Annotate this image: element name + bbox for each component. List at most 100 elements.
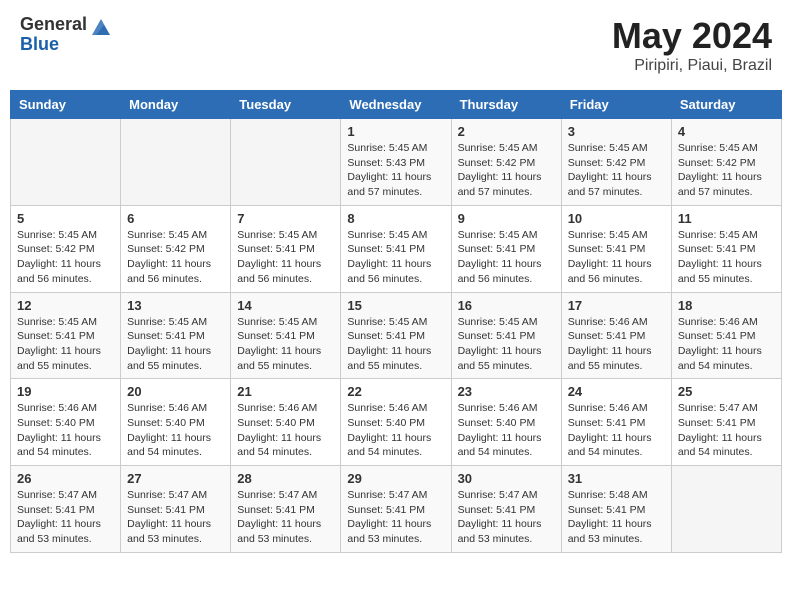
day-info: Sunrise: 5:46 AM Sunset: 5:40 PM Dayligh… — [17, 401, 114, 460]
calendar-cell: 15 Sunrise: 5:45 AM Sunset: 5:41 PM Dayli… — [341, 292, 451, 379]
day-info: Sunrise: 5:45 AM Sunset: 5:41 PM Dayligh… — [347, 315, 444, 374]
logo-icon — [90, 17, 112, 39]
calendar-cell: 12 Sunrise: 5:45 AM Sunset: 5:41 PM Dayli… — [11, 292, 121, 379]
calendar-cell: 3 Sunrise: 5:45 AM Sunset: 5:42 PM Daylig… — [561, 119, 671, 206]
calendar-cell: 21Sunrise: 5:46 AM Sunset: 5:40 PM Dayli… — [231, 379, 341, 466]
calendar-cell: 4 Sunrise: 5:45 AM Sunset: 5:42 PM Daylig… — [671, 119, 781, 206]
weekday-header-sunday: Sunday — [11, 91, 121, 119]
day-info: Sunrise: 5:46 AM Sunset: 5:40 PM Dayligh… — [347, 401, 444, 460]
day-number: 11 — [678, 211, 775, 226]
day-number: 10 — [568, 211, 665, 226]
calendar-cell: 13Sunrise: 5:45 AM Sunset: 5:41 PM Dayli… — [121, 292, 231, 379]
calendar-cell — [671, 466, 781, 553]
day-info: Sunrise: 5:45 AM Sunset: 5:42 PM Dayligh… — [127, 228, 224, 287]
day-number: 19 — [17, 384, 114, 399]
day-number: 14 — [237, 298, 334, 313]
day-number: 3 — [568, 124, 665, 139]
day-info: Sunrise: 5:46 AM Sunset: 5:41 PM Dayligh… — [568, 401, 665, 460]
day-number: 16 — [458, 298, 555, 313]
weekday-header-friday: Friday — [561, 91, 671, 119]
day-info: Sunrise: 5:45 AM Sunset: 5:42 PM Dayligh… — [458, 141, 555, 200]
logo-blue: Blue — [20, 35, 87, 55]
calendar-cell: 17Sunrise: 5:46 AM Sunset: 5:41 PM Dayli… — [561, 292, 671, 379]
day-info: Sunrise: 5:45 AM Sunset: 5:41 PM Dayligh… — [678, 228, 775, 287]
day-info: Sunrise: 5:47 AM Sunset: 5:41 PM Dayligh… — [458, 488, 555, 547]
calendar-cell: 20 Sunrise: 5:46 AM Sunset: 5:40 PM Dayli… — [121, 379, 231, 466]
week-row-1: 1Sunrise: 5:45 AM Sunset: 5:43 PM Daylig… — [11, 119, 782, 206]
location-subtitle: Piripiri, Piaui, Brazil — [612, 57, 772, 75]
day-info: Sunrise: 5:45 AM Sunset: 5:41 PM Dayligh… — [458, 315, 555, 374]
page-header: General Blue May 2024 Piripiri, Piaui, B… — [10, 10, 782, 80]
calendar-cell: 27 Sunrise: 5:47 AM Sunset: 5:41 PM Dayli… — [121, 466, 231, 553]
day-number: 12 — [17, 298, 114, 313]
calendar-cell: 31 Sunrise: 5:48 AM Sunset: 5:41 PM Dayli… — [561, 466, 671, 553]
day-info: Sunrise: 5:45 AM Sunset: 5:41 PM Dayligh… — [237, 315, 334, 374]
calendar-cell: 22 Sunrise: 5:46 AM Sunset: 5:40 PM Dayli… — [341, 379, 451, 466]
calendar-cell: 9 Sunrise: 5:45 AM Sunset: 5:41 PM Daylig… — [451, 205, 561, 292]
calendar-cell: 23Sunrise: 5:46 AM Sunset: 5:40 PM Dayli… — [451, 379, 561, 466]
weekday-header-row: SundayMondayTuesdayWednesdayThursdayFrid… — [11, 91, 782, 119]
day-number: 27 — [127, 471, 224, 486]
week-row-3: 12 Sunrise: 5:45 AM Sunset: 5:41 PM Dayli… — [11, 292, 782, 379]
weekday-header-thursday: Thursday — [451, 91, 561, 119]
calendar-cell: 26 Sunrise: 5:47 AM Sunset: 5:41 PM Dayli… — [11, 466, 121, 553]
calendar-cell: 18 Sunrise: 5:46 AM Sunset: 5:41 PM Dayli… — [671, 292, 781, 379]
day-info: Sunrise: 5:47 AM Sunset: 5:41 PM Dayligh… — [17, 488, 114, 547]
calendar-cell: 8 Sunrise: 5:45 AM Sunset: 5:41 PM Daylig… — [341, 205, 451, 292]
calendar-cell: 29 Sunrise: 5:47 AM Sunset: 5:41 PM Dayli… — [341, 466, 451, 553]
calendar-table: SundayMondayTuesdayWednesdayThursdayFrid… — [10, 90, 782, 553]
day-info: Sunrise: 5:46 AM Sunset: 5:41 PM Dayligh… — [678, 315, 775, 374]
day-number: 17 — [568, 298, 665, 313]
day-number: 8 — [347, 211, 444, 226]
day-info: Sunrise: 5:46 AM Sunset: 5:40 PM Dayligh… — [237, 401, 334, 460]
day-number: 13 — [127, 298, 224, 313]
day-info: Sunrise: 5:47 AM Sunset: 5:41 PM Dayligh… — [237, 488, 334, 547]
weekday-header-wednesday: Wednesday — [341, 91, 451, 119]
day-info: Sunrise: 5:47 AM Sunset: 5:41 PM Dayligh… — [127, 488, 224, 547]
day-number: 22 — [347, 384, 444, 399]
logo: General Blue — [20, 15, 112, 55]
calendar-cell: 30Sunrise: 5:47 AM Sunset: 5:41 PM Dayli… — [451, 466, 561, 553]
weekday-header-tuesday: Tuesday — [231, 91, 341, 119]
day-number: 28 — [237, 471, 334, 486]
day-info: Sunrise: 5:45 AM Sunset: 5:41 PM Dayligh… — [17, 315, 114, 374]
day-info: Sunrise: 5:45 AM Sunset: 5:41 PM Dayligh… — [568, 228, 665, 287]
day-info: Sunrise: 5:46 AM Sunset: 5:40 PM Dayligh… — [127, 401, 224, 460]
day-number: 9 — [458, 211, 555, 226]
day-info: Sunrise: 5:45 AM Sunset: 5:41 PM Dayligh… — [237, 228, 334, 287]
day-number: 4 — [678, 124, 775, 139]
calendar-cell: 24 Sunrise: 5:46 AM Sunset: 5:41 PM Dayli… — [561, 379, 671, 466]
day-number: 31 — [568, 471, 665, 486]
day-number: 24 — [568, 384, 665, 399]
day-number: 7 — [237, 211, 334, 226]
day-info: Sunrise: 5:47 AM Sunset: 5:41 PM Dayligh… — [347, 488, 444, 547]
weekday-header-saturday: Saturday — [671, 91, 781, 119]
day-info: Sunrise: 5:48 AM Sunset: 5:41 PM Dayligh… — [568, 488, 665, 547]
week-row-4: 19 Sunrise: 5:46 AM Sunset: 5:40 PM Dayli… — [11, 379, 782, 466]
week-row-5: 26 Sunrise: 5:47 AM Sunset: 5:41 PM Dayli… — [11, 466, 782, 553]
calendar-cell: 1Sunrise: 5:45 AM Sunset: 5:43 PM Daylig… — [341, 119, 451, 206]
day-number: 26 — [17, 471, 114, 486]
day-number: 23 — [458, 384, 555, 399]
day-number: 29 — [347, 471, 444, 486]
day-info: Sunrise: 5:45 AM Sunset: 5:41 PM Dayligh… — [458, 228, 555, 287]
calendar-cell — [121, 119, 231, 206]
calendar-cell: 5Sunrise: 5:45 AM Sunset: 5:42 PM Daylig… — [11, 205, 121, 292]
day-number: 1 — [347, 124, 444, 139]
calendar-cell: 28 Sunrise: 5:47 AM Sunset: 5:41 PM Dayli… — [231, 466, 341, 553]
calendar-cell: 10 Sunrise: 5:45 AM Sunset: 5:41 PM Dayli… — [561, 205, 671, 292]
day-info: Sunrise: 5:45 AM Sunset: 5:42 PM Dayligh… — [568, 141, 665, 200]
week-row-2: 5 Sunrise: 5:45 AM Sunset: 5:42 PM Daylig… — [11, 205, 782, 292]
day-number: 6 — [127, 211, 224, 226]
day-number: 15 — [347, 298, 444, 313]
calendar-cell — [231, 119, 341, 206]
weekday-header-monday: Monday — [121, 91, 231, 119]
day-info: Sunrise: 5:45 AM Sunset: 5:41 PM Dayligh… — [347, 228, 444, 287]
calendar-cell: 11 Sunrise: 5:45 AM Sunset: 5:41 PM Dayli… — [671, 205, 781, 292]
day-number: 18 — [678, 298, 775, 313]
day-info: Sunrise: 5:45 AM Sunset: 5:42 PM Dayligh… — [678, 141, 775, 200]
month-title: May 2024 — [612, 15, 772, 57]
day-number: 20 — [127, 384, 224, 399]
calendar-cell: 6 Sunrise: 5:45 AM Sunset: 5:42 PM Daylig… — [121, 205, 231, 292]
day-number: 5 — [17, 211, 114, 226]
